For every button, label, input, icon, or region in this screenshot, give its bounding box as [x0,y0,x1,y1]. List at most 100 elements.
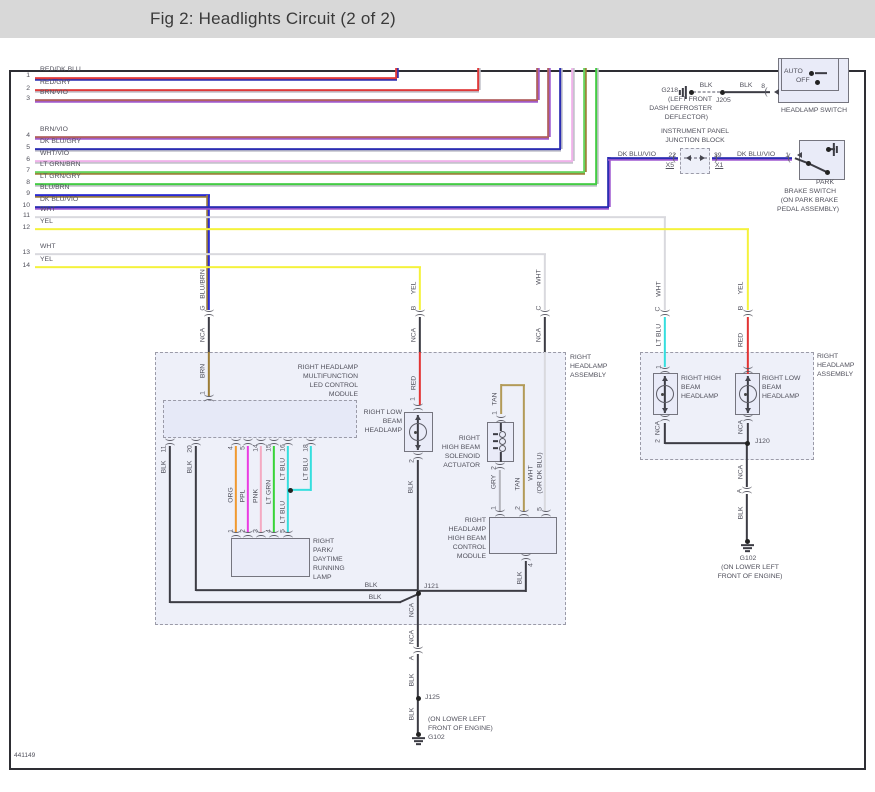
label-c: C [654,306,662,312]
label-high-beam: HIGH BEAM [447,535,486,542]
right-headlamp-assembly1-box [155,352,566,625]
label-3: 3 [252,529,260,533]
label-pedal-assembly: PEDAL ASSEMBLY) [777,206,839,213]
label-blk: BLK [364,582,378,589]
connector-icon [765,87,771,97]
label-wht: WHT [655,281,663,297]
label-2: 2 [514,506,522,510]
wire-hb2-bottom-blk [664,423,666,444]
label-nca: NCA [408,602,416,618]
junction-dot [825,146,831,152]
arrow-icon [699,154,705,161]
junction-dot [415,731,421,737]
label-brake-switch: BRAKE SWITCH [784,188,836,195]
junction-dot [824,169,830,175]
label-j125: J125 [425,694,440,701]
label-auto: AUTO [784,68,803,75]
wire-bus6-wht-vio [571,68,573,161]
label-5: 5 [26,144,30,151]
wire-pin20-blk [195,446,197,591]
label-running: RUNNING [313,565,345,572]
wire-coil-core2 [493,440,498,442]
wire-drop-c2-ltblu [664,317,666,367]
label-right-low: RIGHT LOW [363,409,402,416]
label-1: 1 [199,391,207,395]
label-3: 3 [26,95,30,102]
label-2: 2 [26,85,30,92]
wire-pin4-org [235,446,237,532]
wire-bus7-ltgrn-brn [35,171,585,173]
wire-j120-down-blk2 [746,494,748,542]
label-1: 1 [490,506,498,510]
label-1: 1 [409,397,417,401]
wire-g102r-bar1 [741,544,754,546]
label-nca: NCA [408,629,416,645]
label-g: G [199,305,207,311]
label-deflector: DEFLECTOR) [664,114,708,121]
arrow-icon [796,151,802,158]
connector-icon [413,449,423,455]
connector-icon [306,435,316,441]
label-red: RED [410,375,418,391]
label-8: 8 [26,179,30,186]
title-bar: Fig 2: Headlights Circuit (2 of 2) [0,0,875,38]
label-beam: BEAM [681,384,701,391]
label-headlamp: HEADLAMP [570,363,608,370]
high-beam-control-module-box [489,517,557,554]
label-b: B [410,305,418,311]
wire-bus8-ltgrn-gry [595,68,597,184]
label-blk: BLK [407,480,415,494]
connector-icon [256,535,266,541]
label-module: MODULE [456,553,486,560]
wire-drop-g-brn [208,352,210,396]
label-nca: NCA [654,420,662,436]
connector-icon [495,459,505,465]
wire-bus11-wht [664,217,666,310]
wire-lowbeam1-pin2-blk [417,460,419,594]
wire-coil-core1 [493,433,498,435]
label-wht: WHT [40,243,56,250]
label-right-high: RIGHT HIGH [681,375,721,382]
label-7: 7 [26,167,30,174]
label-park: PARK [815,179,834,186]
label-lt-blu: LT BLU [279,500,287,524]
wire-g102c-bar3 [416,743,421,745]
label-11: 11 [160,445,168,453]
wire-bus1-red-dkblu [35,77,397,79]
connector-icon [243,435,253,441]
label-blk: BLK [408,707,416,721]
wire-j120-down-blk [746,443,748,487]
wire-j121-down-blk2 [417,654,419,735]
arrow-icon [414,444,421,450]
wire-bus4-brn-vio [35,136,549,138]
park-brake-switch-box [799,140,845,180]
connector-icon [521,550,531,556]
label-lt-grn-brn: LT GRN/BRN [40,161,81,168]
connector-icon [283,535,293,541]
coil-loop-icon [498,430,506,438]
label-x1: X1 [715,162,724,169]
wire-bus3-brn-vio [35,99,538,101]
wire-bus8-ltgrn-gry [35,183,597,185]
label-2: 2 [490,466,498,470]
label-nca: NCA [535,327,543,343]
label-20: 20 [186,445,194,453]
label-headlamp-switch: HEADLAMP SWITCH [781,107,847,114]
label-j121: J121 [424,583,439,590]
high-beam-bulb2-icon [656,385,674,403]
label-x5: X5 [665,162,674,169]
label-red-gry: RED/GRY [40,79,71,86]
label-2: 2 [408,459,416,463]
label-right-headlamp: RIGHT HEADLAMP [297,364,358,371]
label-blk: BLK [739,82,753,89]
label-blu-brn: BLU/BRN [199,269,207,299]
label-blk: BLK [737,506,745,520]
wire-j121-down-blk [417,593,419,647]
wire-drop-b1-red [419,352,421,405]
label-ppl: PPL [239,489,247,503]
label-led-control: LED CONTROL [309,382,358,389]
label-nca: NCA [737,419,745,435]
label-g102: G102 [739,555,757,562]
connector-icon [269,435,279,441]
connector-icon [415,314,425,320]
